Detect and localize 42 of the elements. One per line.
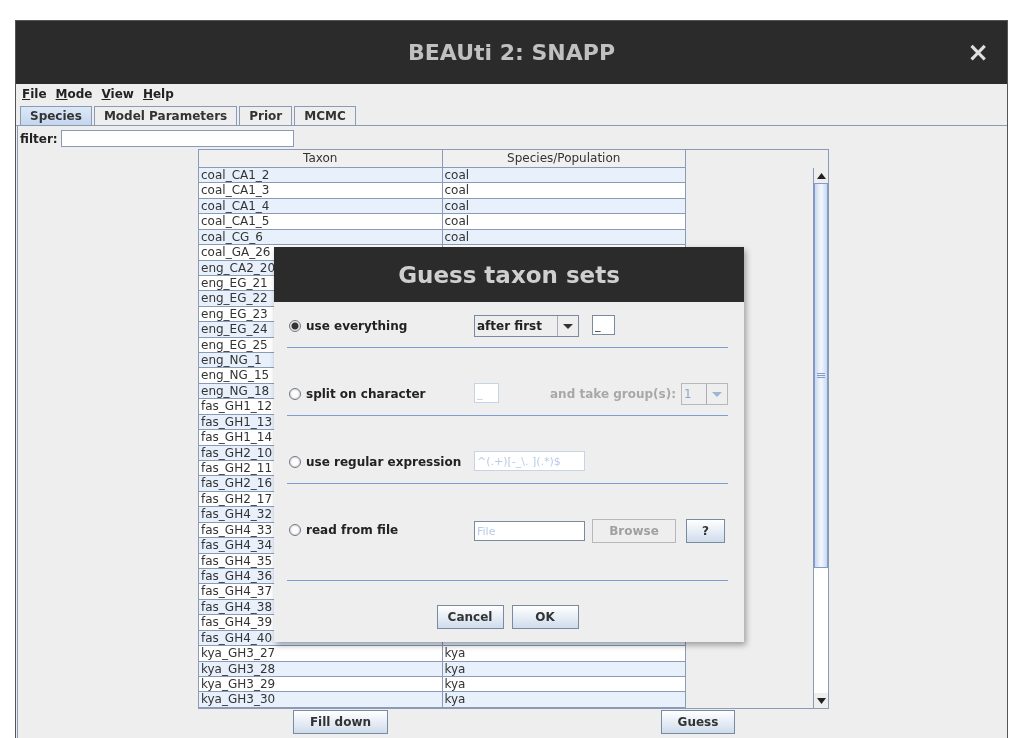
- down-arrow-icon: [816, 697, 826, 704]
- fill-down-button[interactable]: Fill down: [293, 710, 388, 734]
- filter-field[interactable]: [60, 130, 294, 147]
- grip-icon: [817, 373, 825, 378]
- guess-button[interactable]: Guess: [661, 710, 735, 734]
- scrollbar[interactable]: [813, 168, 828, 708]
- table-cell: coal_CA1_3: [199, 183, 443, 199]
- tab[interactable]: MCMC: [294, 106, 356, 125]
- caret-icon: [712, 391, 722, 397]
- table-cell: kya: [442, 646, 686, 662]
- table-cell: kya: [442, 692, 686, 708]
- tab[interactable]: Model Parameters: [93, 106, 238, 125]
- table-cell: coal: [442, 214, 686, 230]
- option-label: read from file: [306, 523, 399, 537]
- table-cell: kya: [442, 661, 686, 677]
- option-label: split on character: [306, 387, 426, 401]
- group-label: and take group(s):: [550, 386, 676, 403]
- column-header[interactable]: Species/Population: [442, 150, 686, 168]
- scroll-down-button[interactable]: [814, 693, 828, 708]
- radio-button[interactable]: [289, 320, 301, 332]
- table-cell: kya_GH3_28: [199, 661, 443, 677]
- menu-item[interactable]: File: [22, 87, 47, 101]
- table-cell: kya_GH3_27: [199, 646, 443, 662]
- table-cell: coal: [442, 183, 686, 199]
- menu-item[interactable]: Mode: [55, 87, 93, 101]
- up-arrow-icon: [816, 172, 826, 179]
- cancel-button[interactable]: Cancel: [436, 605, 504, 629]
- window-title: BEAUti 2: SNAPP: [408, 40, 615, 65]
- table-cell: kya_GH3_30: [199, 692, 443, 708]
- delimiter-field[interactable]: _: [592, 315, 615, 335]
- position-dropdown[interactable]: after first: [474, 315, 579, 337]
- tab[interactable]: Prior: [239, 106, 293, 125]
- scrollbar-thumb[interactable]: [814, 183, 828, 568]
- close-button[interactable]: ×: [967, 37, 989, 67]
- ok-button[interactable]: OK: [511, 605, 579, 629]
- menu-item[interactable]: Help: [142, 87, 174, 101]
- filter-label: filter:: [20, 131, 58, 146]
- table-cell: coal_CA1_5: [199, 214, 443, 230]
- scroll-up-button[interactable]: [814, 168, 828, 183]
- menu-item[interactable]: View: [101, 87, 134, 101]
- column-header[interactable]: Taxon: [199, 150, 443, 168]
- tab[interactable]: Species: [20, 106, 92, 125]
